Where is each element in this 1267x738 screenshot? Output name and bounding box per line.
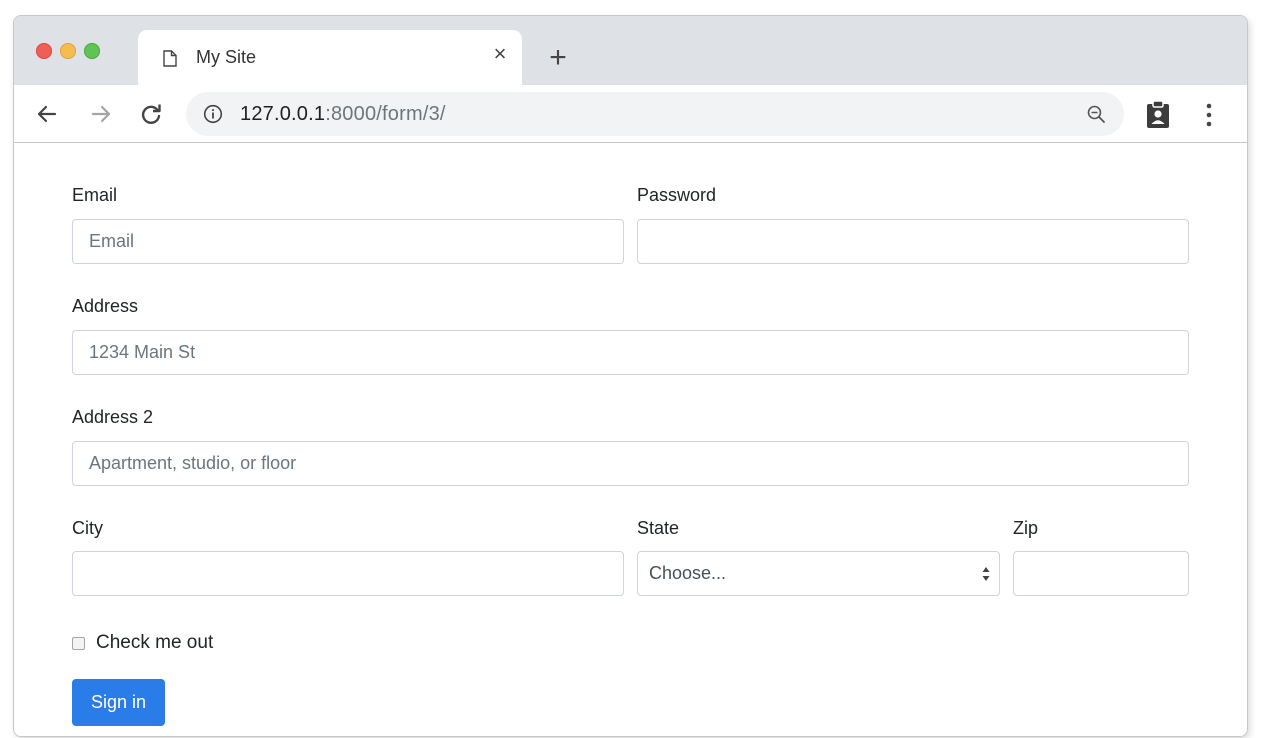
maximize-window-button[interactable] (84, 43, 100, 59)
city-field[interactable] (72, 551, 624, 596)
check-me-out-checkbox[interactable] (72, 637, 85, 650)
state-selected-value: Choose... (649, 563, 727, 583)
page-content: Email Password Address Address 2 City St… (14, 144, 1247, 736)
email-field[interactable] (72, 219, 624, 264)
browser-toolbar: 127.0.0.1:8000/form/3/ (14, 85, 1247, 143)
url-path: :8000/form/3/ (325, 103, 446, 125)
document-icon (163, 50, 177, 67)
password-field[interactable] (637, 219, 1189, 264)
zip-field[interactable] (1013, 551, 1189, 596)
address-field[interactable] (72, 330, 1189, 375)
zip-label: Zip (1013, 518, 1039, 538)
back-arrow-icon[interactable] (34, 101, 60, 127)
select-arrows-icon (982, 567, 990, 581)
tab-title: My Site (196, 47, 257, 67)
sign-in-button[interactable]: Sign in (72, 679, 165, 726)
state-label: State (637, 518, 680, 538)
forward-arrow-icon[interactable] (88, 101, 114, 127)
minimize-window-button[interactable] (60, 43, 76, 59)
url-host: 127.0.0.1 (240, 103, 326, 125)
city-label: City (72, 518, 103, 538)
title-bar: My Site × + (14, 16, 1247, 85)
url-text: 127.0.0.1:8000/form/3/ (240, 103, 446, 126)
address2-field[interactable] (72, 441, 1189, 486)
zoom-out-icon[interactable] (1086, 104, 1106, 124)
clipboard-person-icon[interactable] (1145, 99, 1171, 129)
email-label: Email (72, 185, 118, 205)
browser-tab[interactable]: My Site × (138, 30, 522, 85)
address-label: Address (72, 296, 139, 316)
state-select[interactable]: Choose... (637, 551, 1000, 596)
check-me-out-label[interactable]: Check me out (96, 632, 213, 654)
reload-icon[interactable] (138, 101, 164, 127)
password-label: Password (637, 185, 717, 205)
address2-label: Address 2 (72, 407, 154, 427)
browser-window: My Site × + 127.0.0.1:8000/form/3/ Email… (14, 16, 1247, 736)
address-bar[interactable]: 127.0.0.1:8000/form/3/ (186, 92, 1124, 136)
info-icon[interactable] (203, 104, 223, 124)
kebab-menu-icon[interactable] (1202, 102, 1216, 128)
close-window-button[interactable] (36, 43, 52, 59)
close-icon[interactable]: × (488, 42, 512, 66)
plus-icon[interactable]: + (544, 43, 572, 73)
